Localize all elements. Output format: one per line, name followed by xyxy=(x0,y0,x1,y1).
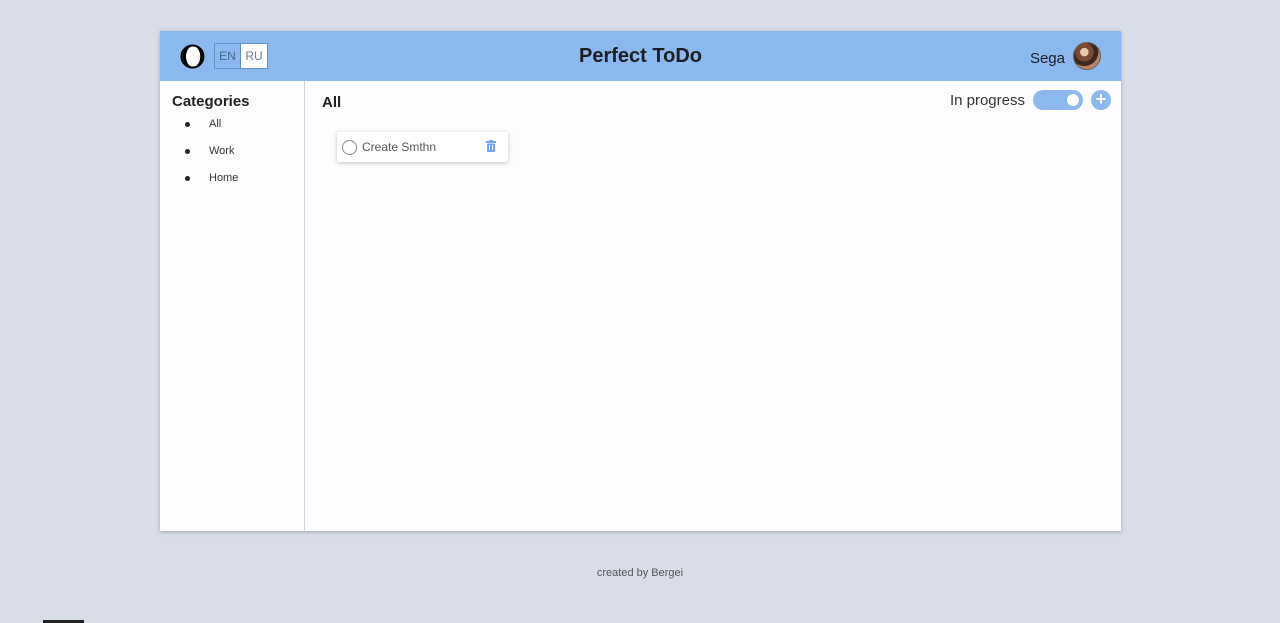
user-name: Sega xyxy=(1029,49,1065,67)
bullet-icon xyxy=(185,176,190,181)
sidebar: Categories All Work Home xyxy=(160,81,305,531)
footer-credit: created by Bergei xyxy=(596,567,684,579)
app-title: Perfect ToDo xyxy=(579,45,702,67)
sidebar-item-label: Home xyxy=(209,172,239,184)
footer: created by Bergei xyxy=(0,567,1280,579)
trash-icon[interactable] xyxy=(486,140,496,152)
sidebar-item-all[interactable]: All xyxy=(182,116,304,143)
sidebar-item-home[interactable]: Home xyxy=(182,170,304,197)
avatar[interactable] xyxy=(1073,42,1101,70)
filter-bar: In progress + xyxy=(950,90,1111,110)
in-progress-toggle[interactable] xyxy=(1033,90,1083,110)
task-panel: All In progress + Create Smthn xyxy=(305,81,1121,531)
task-checkbox[interactable] xyxy=(342,139,357,155)
sidebar-item-work[interactable]: Work xyxy=(182,143,304,170)
add-task-button[interactable]: + xyxy=(1091,90,1111,110)
header: EN RU Perfect ToDo Sega xyxy=(160,31,1121,81)
bullet-icon xyxy=(185,149,190,154)
sidebar-item-label: Work xyxy=(209,145,235,157)
task-card: Create Smthn xyxy=(337,132,508,162)
content-area: Categories All Work Home All In progress… xyxy=(160,81,1121,531)
bullet-icon xyxy=(185,122,190,127)
user-menu[interactable]: Sega xyxy=(1030,42,1101,70)
category-list: All Work Home xyxy=(172,116,304,197)
task-text[interactable]: Create Smthn xyxy=(362,140,436,154)
app-window: EN RU Perfect ToDo Sega Categories All W… xyxy=(160,31,1121,531)
sidebar-item-label: All xyxy=(209,118,222,130)
filter-label: In progress xyxy=(949,91,1025,109)
sidebar-heading: Categories xyxy=(172,93,250,110)
toggle-knob xyxy=(1067,94,1079,106)
plus-icon: + xyxy=(1095,89,1107,109)
